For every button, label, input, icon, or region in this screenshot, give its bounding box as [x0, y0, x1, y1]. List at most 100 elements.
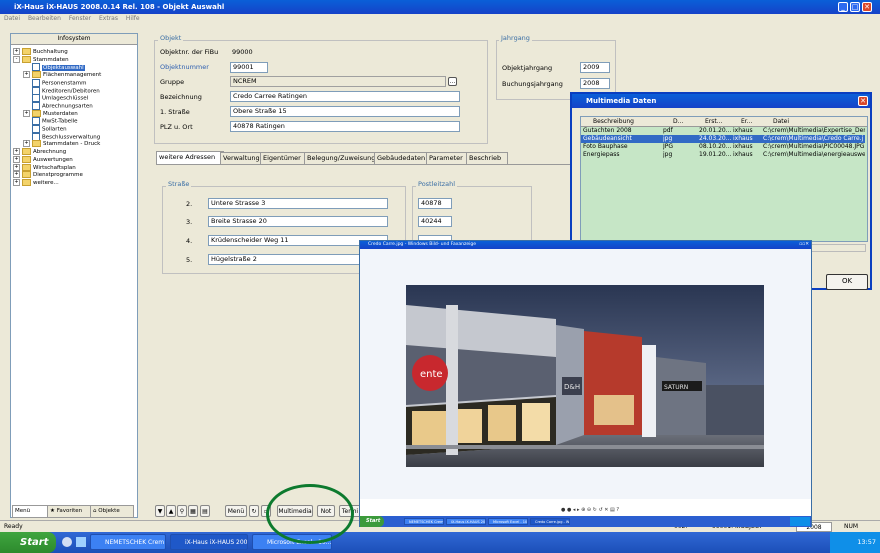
- multimedia-cell-file: C:\crem\Multimedia\PIC00048.JPG: [763, 143, 865, 150]
- viewer-toolbar[interactable]: ● ● ◂ ▸ ⊕ ⊖ ↻ ↺ ✕ ▤ ?: [530, 506, 650, 514]
- multimedia-row[interactable]: Gebäudeansicht jpg 24.03.20... ixhaus C:\cre…: [581, 135, 865, 143]
- expand-icon[interactable]: +: [13, 48, 20, 55]
- tree-item[interactable]: - Stammdaten: [13, 55, 69, 63]
- expand-icon[interactable]: +: [13, 171, 20, 179]
- menu-bearbeiten[interactable]: Bearbeiten: [28, 15, 61, 22]
- tree-item[interactable]: + Buchhaltung: [13, 48, 68, 55]
- tab-objekte[interactable]: ⌂ Objekte: [90, 505, 134, 518]
- tree-item[interactable]: + Auswertungen: [13, 155, 73, 163]
- tree-item-label: Auswertungen: [33, 156, 73, 163]
- tree-item[interactable]: + Dienstprogramme: [13, 171, 83, 179]
- tree-item[interactable]: + Wirtschaftsplan: [13, 163, 76, 171]
- multimedia-row[interactable]: Gutachten 2008 pdf 20.01.20... ixhaus C:\cre…: [581, 127, 865, 135]
- tree-item[interactable]: + weitere...: [13, 178, 59, 186]
- tab-menu[interactable]: Menü: [12, 505, 50, 518]
- expand-icon[interactable]: +: [23, 140, 30, 148]
- address-street-3[interactable]: Breite Strasse 20: [208, 216, 388, 227]
- taskbar-ixhaus[interactable]: iX-Haus iX-HAUS 200...: [170, 534, 248, 550]
- menu-button[interactable]: Menü: [225, 505, 247, 517]
- main-window-titlebar: iX-Haus iX-HAUS 2008.0.14 Rel. 108 - Obj…: [0, 0, 880, 14]
- arrow-up-icon[interactable]: ▲: [166, 505, 176, 517]
- menu-datei[interactable]: Datei: [4, 15, 20, 22]
- menu-extras[interactable]: Extras: [99, 15, 118, 22]
- viewer-start-button[interactable]: Start: [360, 516, 384, 527]
- quicklaunch-desktop-icon[interactable]: [76, 537, 86, 547]
- viewer-taskbar-item-4[interactable]: Credo Carre.jpg - Wi...: [530, 518, 570, 525]
- tree-item-label: Stammdaten: [33, 56, 69, 63]
- multimedia-cell-desc: Gutachten 2008: [583, 127, 632, 134]
- plz-ort-field[interactable]: 40878 Ratingen: [230, 121, 460, 132]
- objektjahrgang-field[interactable]: 2009: [580, 62, 610, 73]
- folder-icon: [32, 71, 41, 79]
- minimize-button[interactable]: _: [838, 2, 848, 12]
- close-button[interactable]: ✕: [862, 2, 872, 12]
- viewer-taskbar-item-3[interactable]: Microsoft Excel - 10...: [488, 518, 528, 525]
- strasse-label: 1. Straße: [160, 108, 190, 116]
- col-beschreibung[interactable]: Beschreibung: [593, 117, 634, 126]
- col-datei[interactable]: Datei: [773, 117, 789, 126]
- col-erstellt[interactable]: Erst...: [705, 117, 722, 126]
- viewer-window-buttons[interactable]: ▫▫✕: [799, 241, 809, 249]
- calculator-icon[interactable]: ▦: [188, 505, 198, 517]
- expand-icon[interactable]: +: [13, 178, 20, 186]
- address-num-4: 4.: [186, 237, 193, 245]
- ok-button[interactable]: OK: [826, 274, 868, 290]
- image-viewer-window: Credo Carre.jpg - Windows Bild- und Faxa…: [359, 240, 812, 527]
- tree-item[interactable]: Beschlussverwaltung: [23, 132, 100, 141]
- arrow-down-icon[interactable]: ▼: [155, 505, 165, 517]
- tree-item[interactable]: Abrechnungsarten: [23, 101, 93, 110]
- multimedia-close-button[interactable]: ✕: [858, 96, 868, 106]
- multimedia-row[interactable]: Energiepass jpg 19.01.20... ixhaus C:\crem\M…: [581, 151, 865, 159]
- viewer-taskbar-item-2[interactable]: iX-Haus iX-HAUS 200...: [446, 518, 486, 525]
- windows-taskbar: Start NEMETSCHEK Crem S... iX-Haus iX-HA…: [0, 532, 880, 553]
- tree-item[interactable]: + Musterdaten: [23, 109, 78, 117]
- expand-icon[interactable]: +: [13, 155, 20, 163]
- gruppe-field[interactable]: NCREM: [230, 76, 446, 87]
- menu-hilfe[interactable]: Hilfe: [126, 15, 140, 22]
- refresh-icon[interactable]: ↻: [249, 505, 259, 517]
- objektnummer-label: Objektnummer: [160, 63, 209, 71]
- tab-objekte-label: Objekte: [98, 508, 120, 514]
- expand-icon[interactable]: +: [23, 109, 30, 117]
- expand-icon[interactable]: +: [13, 163, 20, 171]
- bezeichnung-field[interactable]: Credo Carree Ratingen: [230, 91, 460, 102]
- tab-weitere-adressen[interactable]: weitere Adressen: [156, 151, 224, 165]
- menu-fenster[interactable]: Fenster: [69, 15, 91, 22]
- binoculars-icon[interactable]: ⚲: [177, 505, 187, 517]
- tree-item[interactable]: Sollarten: [23, 125, 67, 133]
- tree-item[interactable]: + Stammdaten - Druck: [23, 140, 100, 148]
- expand-icon[interactable]: +: [23, 71, 30, 79]
- viewer-taskbar-item-1[interactable]: NEMETSCHEK Crem S...: [404, 518, 444, 525]
- col-dateityp[interactable]: D...: [673, 117, 683, 126]
- multimedia-table: Beschreibung D... Erst... Er... Datei Gu…: [580, 116, 868, 242]
- taskbar-nemetschek[interactable]: NEMETSCHEK Crem S...: [90, 534, 166, 550]
- multimedia-cell-file: C:\crem\Multimedia\Credo Carre.j: [763, 135, 864, 142]
- multimedia-row[interactable]: Foto Bauphase JPG 08.10.20... ixhaus C:\crem…: [581, 143, 865, 151]
- collapse-icon[interactable]: -: [13, 55, 20, 63]
- objektnummer-field[interactable]: 99001: [230, 62, 268, 73]
- maximize-button[interactable]: □: [850, 2, 860, 12]
- tree-item[interactable]: + Flächenmanagement: [23, 71, 101, 79]
- tree-item[interactable]: Umlageschlüssel: [23, 94, 88, 103]
- buchungsjahrgang-field[interactable]: 2008: [580, 78, 610, 89]
- strasse-field[interactable]: Obere Straße 15: [230, 106, 460, 117]
- tree-item[interactable]: Personenstamm: [23, 78, 86, 87]
- tab-favoriten[interactable]: ★ Favoriten: [47, 505, 93, 518]
- address-plz-3[interactable]: 40244: [418, 216, 452, 227]
- document-icon[interactable]: ▤: [200, 505, 210, 517]
- tree-item[interactable]: + Abrechnung: [13, 148, 66, 156]
- address-plz-2[interactable]: 40878: [418, 198, 452, 209]
- expand-icon[interactable]: +: [13, 148, 20, 156]
- start-button[interactable]: Start: [0, 532, 56, 553]
- building-photo: ente D&H SATURN: [406, 285, 764, 467]
- address-street-2[interactable]: Untere Strasse 3: [208, 198, 388, 209]
- tree-item[interactable]: MwSt-Tabelle: [23, 117, 78, 126]
- tree-item[interactable]: Objektauswahl: [23, 63, 85, 72]
- bezeichnung-label: Bezeichnung: [160, 93, 202, 101]
- quicklaunch-ie-icon[interactable]: [62, 537, 72, 547]
- folder-icon: [22, 178, 31, 186]
- gruppe-lookup-button[interactable]: …: [448, 77, 457, 86]
- col-ersteller[interactable]: Er...: [741, 117, 752, 126]
- jahrgang-group-title: Jahrgang: [499, 34, 532, 42]
- tree-item[interactable]: Kreditoren/Debitoren: [23, 86, 100, 95]
